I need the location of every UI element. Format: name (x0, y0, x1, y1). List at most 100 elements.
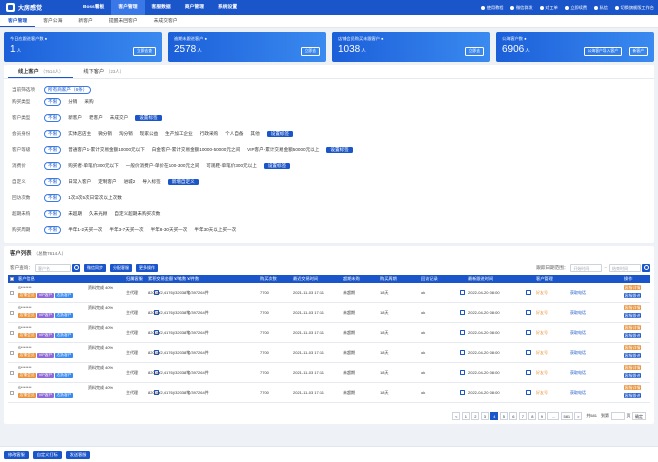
nav-service-data[interactable]: 客服数据 (145, 0, 178, 15)
row-checkbox[interactable] (10, 331, 14, 335)
filter-option[interactable]: 生产加工企业 (165, 131, 193, 137)
filter-option[interactable]: 不限 (44, 97, 62, 106)
filter-option[interactable]: 半年8-30天买一次 (151, 227, 188, 233)
page-button[interactable]: 7 (518, 412, 527, 420)
filter-option[interactable]: 设置标签 (266, 130, 294, 137)
follow-button[interactable]: 客服跟进 (624, 313, 641, 318)
customer-search-input[interactable]: 客户名 (34, 263, 71, 272)
detail-button[interactable]: 客服详情 (624, 325, 641, 330)
edit-visit-icon[interactable] (460, 290, 465, 295)
row-checkbox[interactable] (10, 351, 14, 355)
page-button[interactable]: < (452, 412, 461, 420)
wechat-button[interactable]: 好友号 (536, 390, 548, 396)
page-button[interactable]: 2 (471, 412, 480, 420)
filter-option[interactable]: 普通客户1-累计交易金额10000元以下 (68, 147, 145, 153)
wechat-sync-button[interactable]: 微信同步 (83, 263, 106, 272)
tab-customer-pool[interactable]: 客户公海 (35, 15, 70, 27)
new-customer-button[interactable]: 新客户 (628, 47, 648, 56)
edit-visit-icon[interactable] (460, 390, 465, 395)
filter-option[interactable]: 未成交户 (110, 115, 128, 121)
custom-tag-button[interactable]: 自定义打标 (32, 450, 62, 459)
edit-follow-icon[interactable] (526, 290, 531, 295)
phone-button[interactable]: 获取电话 (570, 310, 586, 316)
goto-page-input[interactable] (610, 412, 625, 420)
filter-option[interactable]: 其他 (251, 131, 260, 137)
send-service-button[interactable]: 发送客服 (65, 450, 91, 459)
filter-option[interactable]: 个人自备 (225, 131, 243, 137)
filter-option[interactable]: 不限 (44, 225, 62, 234)
phone-button[interactable]: 获取电话 (570, 390, 586, 396)
page-button[interactable]: 3 (480, 412, 489, 420)
filter-option[interactable]: 未超期 (68, 211, 82, 217)
wechat-button[interactable]: 好友号 (536, 350, 548, 356)
stat-action-button[interactable]: 立即去查 (132, 47, 156, 56)
wechat-button[interactable]: 好友号 (536, 330, 548, 336)
edit-visit-icon[interactable] (460, 350, 465, 355)
tutorial-link[interactable]: 使用教程 (481, 5, 503, 11)
row-checkbox[interactable] (10, 291, 14, 295)
tab-offline-customers[interactable]: 线下客户 （23人） (73, 65, 134, 78)
date-search-icon[interactable] (642, 263, 650, 272)
page-button[interactable]: 1 (461, 412, 470, 420)
tab-unclosed[interactable]: 未成交客户 (146, 15, 186, 27)
wechat-button[interactable]: 好友号 (536, 370, 548, 376)
filter-option[interactable]: 不限 (44, 113, 62, 122)
filter-option[interactable]: 半年3-7天买一次 (109, 227, 143, 233)
filter-option[interactable]: 淘分销 (119, 131, 133, 137)
filter-option[interactable]: 不限 (44, 145, 62, 154)
filter-option[interactable]: VIP客户-累计交易金额50000元以上 (247, 147, 319, 153)
message-link[interactable]: 私信 (594, 5, 608, 11)
page-button[interactable]: 8 (528, 412, 537, 420)
filter-option[interactable]: 设置标签 (326, 146, 353, 153)
follow-button[interactable]: 客服跟进 (624, 333, 641, 338)
filter-option[interactable]: 一般价消费户-单价在100-300元之间 (126, 163, 200, 169)
ticket-link[interactable]: 对工单 (539, 5, 558, 11)
filter-option[interactable]: 可观鞋-单笔价300元以上 (206, 163, 257, 169)
table-row[interactable]: S******* 资料完成 40% 店铺会员 VIP客户 活跃客户 主代理 8200(¥2,… (8, 303, 650, 323)
page-button[interactable]: 9 (537, 412, 546, 420)
edit-visit-icon[interactable] (460, 310, 465, 315)
filter-option[interactable]: 所有商家产（6条） (44, 85, 92, 94)
page-button[interactable]: 4 (490, 412, 499, 420)
nav-merchants[interactable]: 商户管理 (178, 0, 211, 15)
select-all-checkbox[interactable] (10, 277, 14, 281)
page-button[interactable]: 581 (560, 412, 573, 420)
filter-option[interactable]: 行政采购 (200, 131, 218, 137)
filter-option[interactable]: 自定义超期未购买次数 (114, 211, 160, 217)
filter-option[interactable]: 实体店店主 (68, 131, 91, 137)
page-button[interactable]: ... (547, 412, 560, 420)
filter-option[interactable]: 久未光顾 (89, 211, 107, 217)
filter-option[interactable]: 半年30天以上买一次 (194, 227, 236, 233)
date-from-input[interactable]: 开始时间 (570, 263, 603, 272)
filter-option[interactable]: 日常入客户 (68, 179, 91, 185)
filter-option[interactable]: 不限 (44, 209, 62, 218)
phone-button[interactable]: 获取电话 (570, 290, 586, 296)
table-row[interactable]: S******* 资料完成 40% 店铺会员 VIP客户 活跃客户 主代理 8200(¥2,… (8, 343, 650, 363)
more-actions-button[interactable]: 更多操作 (135, 263, 158, 272)
phone-button[interactable]: 获取电话 (570, 330, 586, 336)
stat-action-button[interactable]: 立即去 (464, 47, 484, 56)
edit-follow-icon[interactable] (526, 370, 531, 375)
table-row[interactable]: S******* 资料完成 40% 店铺会员 VIP客户 活跃客户 主代理 8200(¥2,… (8, 323, 650, 343)
filter-option[interactable]: 老客户 (89, 115, 103, 121)
table-row[interactable]: S******* 资料完成 40% 店铺会员 VIP客户 活跃客户 主代理 8200(¥2,… (8, 383, 650, 403)
wechat-button[interactable]: 好友号 (536, 310, 548, 316)
phone-button[interactable]: 获取电话 (570, 350, 586, 356)
filter-option[interactable]: 白金客户-累计交易金额10000-50000元之间 (152, 147, 240, 153)
tab-customer-manage[interactable]: 客户管理 (0, 15, 36, 27)
edit-visit-icon[interactable] (460, 330, 465, 335)
app-logo[interactable]: 大房感觉 (6, 3, 76, 12)
table-row[interactable]: S******* 资料完成 40% 店铺会员 VIP客户 活跃客户 主代理 8200(¥2,… (8, 283, 650, 303)
switch-workspace-link[interactable]: 切换旗舰版工作台 (614, 5, 654, 11)
filter-option[interactable]: 微分销 (98, 131, 112, 137)
detail-button[interactable]: 客服详情 (624, 285, 641, 290)
filter-option[interactable]: 新增自定义 (167, 178, 199, 185)
filter-option[interactable]: 不限 (44, 177, 62, 186)
filter-option[interactable]: 购买者-单笔价300元以下 (68, 163, 119, 169)
filter-option[interactable]: 采购 (84, 99, 93, 105)
wechat-broadcast-link[interactable]: 微信群发 (510, 5, 533, 11)
filter-option[interactable]: 新客户 (68, 115, 82, 121)
change-service-button[interactable]: 修改客服 (4, 450, 29, 459)
filter-option[interactable]: 导入标签 (142, 179, 160, 185)
detail-button[interactable]: 客服详情 (624, 365, 641, 370)
